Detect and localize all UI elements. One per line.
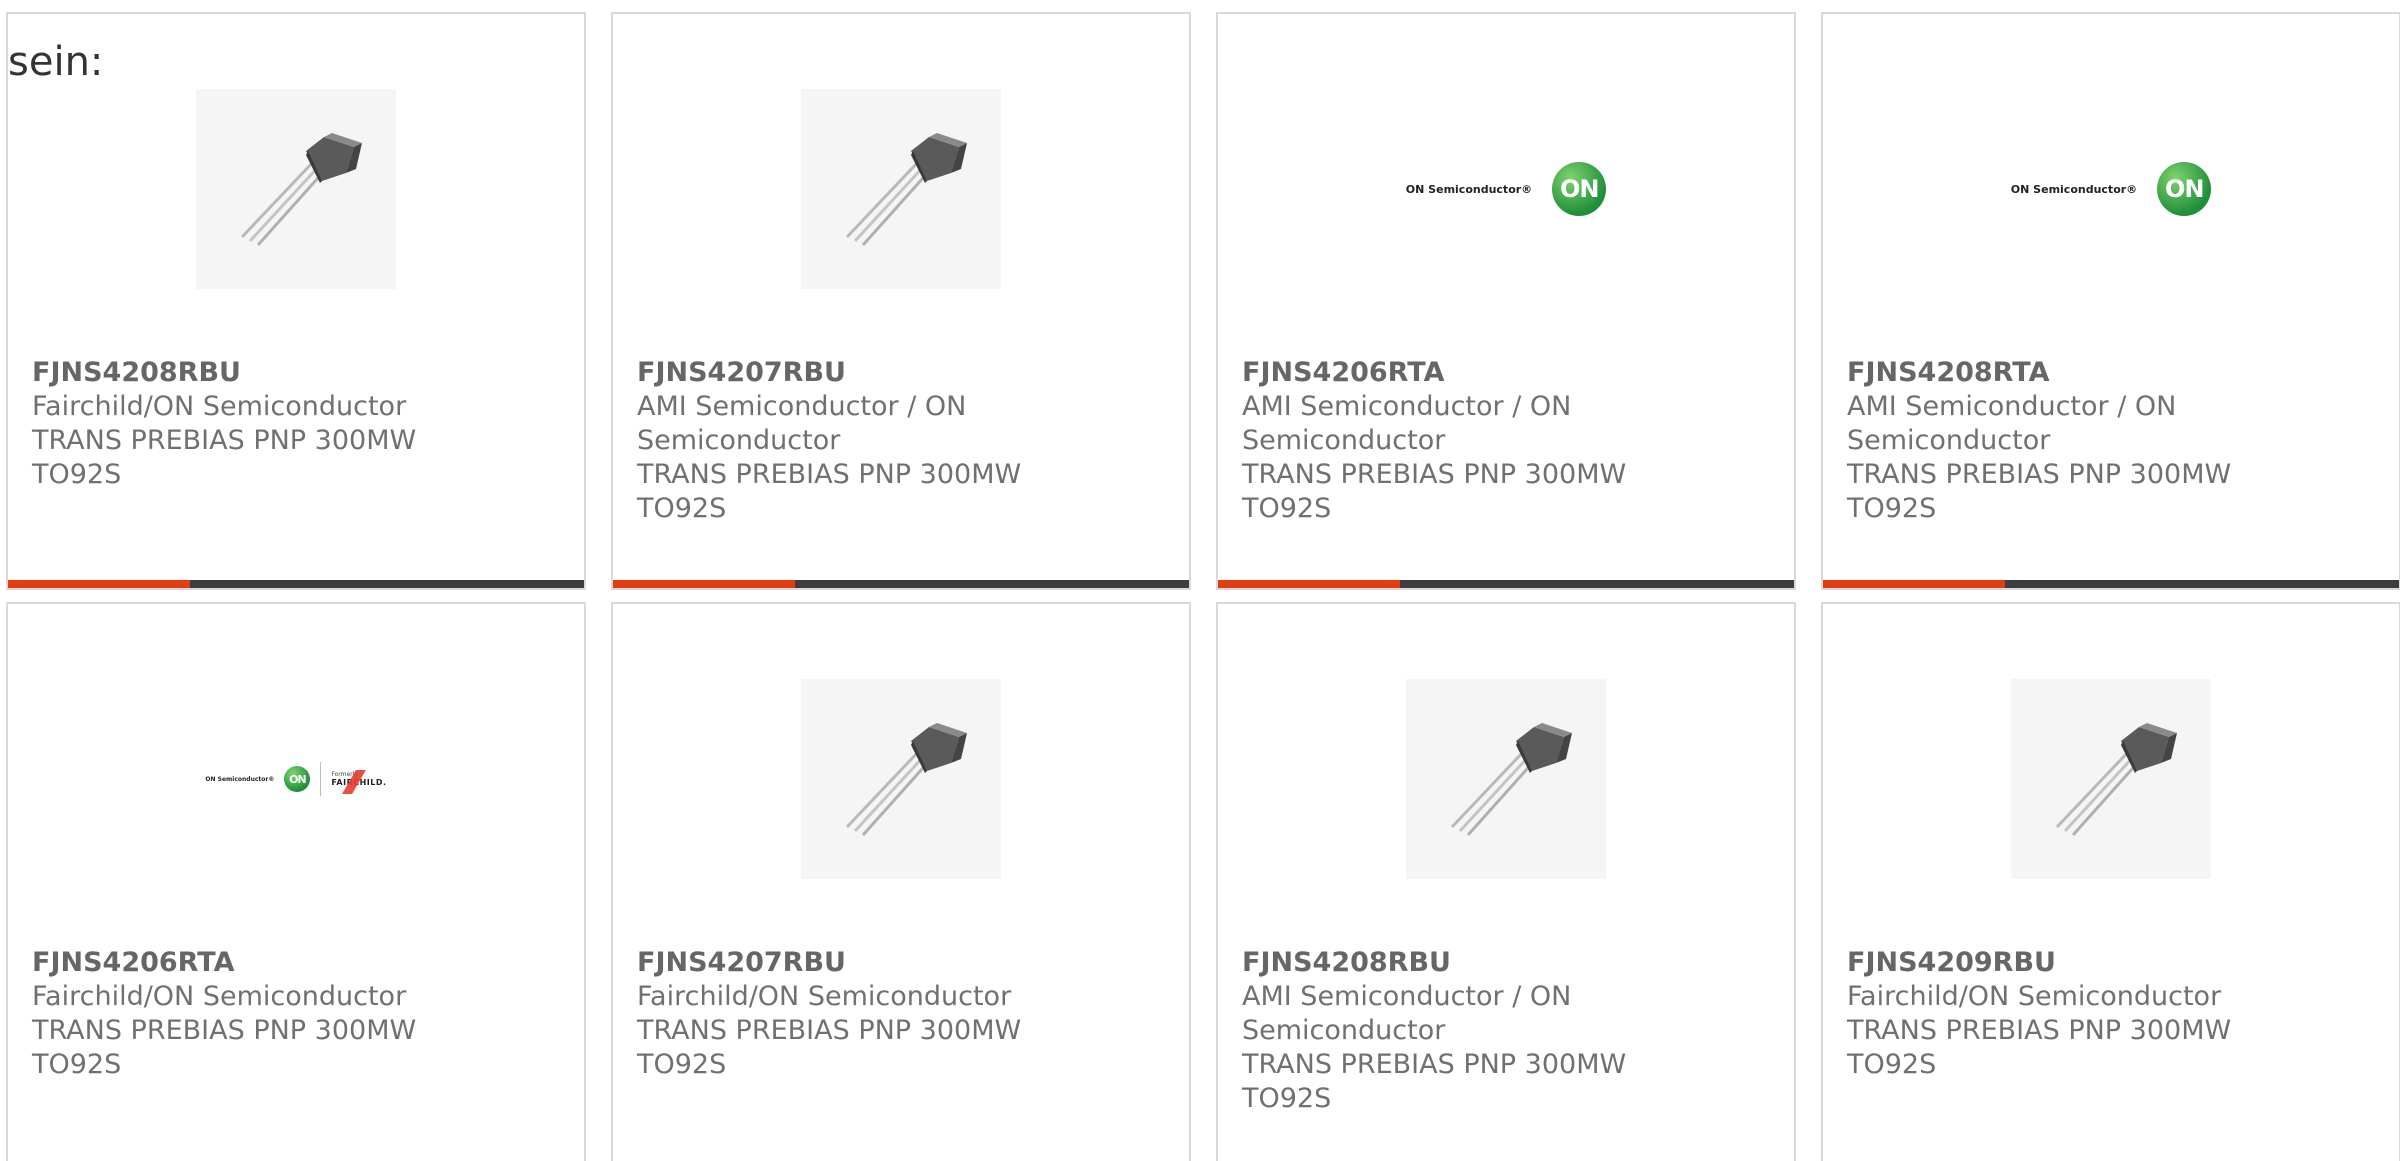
description-text: TRANS PREBIAS PNP 300MW xyxy=(1847,459,2232,490)
manufacturer-text: Semiconductor xyxy=(637,425,841,456)
product-info: FJNS4206RTA Fairchild/ON Semiconductor TRA… xyxy=(32,946,560,1082)
product-image[interactable]: ON Semiconductor® ON Formerly FAIRCHILD. xyxy=(8,672,584,886)
manufacturer-text: Semiconductor xyxy=(1847,425,2051,456)
manufacturer-text: Fairchild/ON Semiconductor xyxy=(32,391,407,422)
on-mark-icon: ON xyxy=(1552,162,1607,216)
description-text: TO92S xyxy=(637,1049,727,1080)
product-image[interactable] xyxy=(613,672,1189,886)
product-image[interactable]: ON Semiconductor® ON xyxy=(1823,82,2399,296)
on-semiconductor-logo: ON Semiconductor® ON xyxy=(1405,162,1607,216)
card-footer-bar xyxy=(1218,580,1794,588)
part-number-link[interactable]: FJNS4208RTA xyxy=(1847,356,2375,390)
intro-text: sein: xyxy=(8,39,104,85)
product-card[interactable]: ON Semiconductor® ON FJNS4206RTA AMI Semico… xyxy=(1216,12,1796,590)
manufacturer-text: Semiconductor xyxy=(1242,425,1446,456)
product-card[interactable]: FJNS4207RBU AMI Semiconductor / ON Semicon… xyxy=(611,12,1191,590)
card-accent-bar xyxy=(1218,580,1400,588)
fairchild-text: FAIRCHILD. xyxy=(331,770,386,794)
product-image[interactable]: ON Semiconductor® ON xyxy=(1218,82,1794,296)
card-footer-bar xyxy=(613,580,1189,588)
product-grid: FJNS4208RBU Fairchild/ON Semiconductor TRA… xyxy=(6,12,2400,1161)
product-image[interactable] xyxy=(1823,672,2399,886)
product-info: FJNS4209RBU Fairchild/ON Semiconductor TRA… xyxy=(1847,946,2375,1082)
manufacturer-text: Fairchild/ON Semiconductor xyxy=(1847,981,2222,1012)
product-info: FJNS4207RBU AMI Semiconductor / ON Semicon… xyxy=(637,356,1165,526)
description-text: TO92S xyxy=(637,493,727,524)
transistor-to92s-icon xyxy=(801,89,1001,289)
card-accent-bar xyxy=(8,580,190,588)
description-text: TRANS PREBIAS PNP 300MW xyxy=(1242,459,1627,490)
transistor-to92s-icon xyxy=(1406,679,1606,879)
transistor-to92s-icon xyxy=(2011,679,2211,879)
part-number-link[interactable]: FJNS4206RTA xyxy=(32,946,560,980)
transistor-to92s-icon xyxy=(801,679,1001,879)
part-number-link[interactable]: FJNS4206RTA xyxy=(1242,356,1770,390)
product-card[interactable]: FJNS4208RBU Fairchild/ON Semiconductor TRA… xyxy=(6,12,586,590)
fairchild-logo: Formerly FAIRCHILD. xyxy=(331,770,386,794)
product-card[interactable]: FJNS4209RBU Fairchild/ON Semiconductor TRA… xyxy=(1821,602,2400,1161)
transistor-to92s-icon xyxy=(196,89,396,289)
part-number-link[interactable]: FJNS4207RBU xyxy=(637,356,1165,390)
description-text: TRANS PREBIAS PNP 300MW xyxy=(32,1015,417,1046)
description-text: TRANS PREBIAS PNP 300MW xyxy=(637,1015,1022,1046)
on-fairchild-logo: ON Semiconductor® ON Formerly FAIRCHILD. xyxy=(205,762,386,796)
logo-text: ON Semiconductor® xyxy=(1405,182,1533,196)
part-number-link[interactable]: FJNS4208RBU xyxy=(1242,946,1770,980)
description-text: TO92S xyxy=(1242,1083,1332,1114)
product-card[interactable]: ON Semiconductor® ON Formerly FAIRCHILD. FJN… xyxy=(6,602,586,1161)
description-text: TRANS PREBIAS PNP 300MW xyxy=(1242,1049,1627,1080)
on-semiconductor-logo: ON Semiconductor® ON xyxy=(2010,162,2212,216)
manufacturer-text: AMI Semiconductor / ON xyxy=(1242,981,1572,1012)
on-mark-icon: ON xyxy=(284,766,311,792)
product-image[interactable] xyxy=(1218,672,1794,886)
description-text: TO92S xyxy=(32,1049,122,1080)
description-text: TRANS PREBIAS PNP 300MW xyxy=(1847,1015,2232,1046)
product-image[interactable] xyxy=(613,82,1189,296)
product-info: FJNS4208RTA AMI Semiconductor / ON Semicon… xyxy=(1847,356,2375,526)
product-image[interactable] xyxy=(8,82,584,296)
card-accent-bar xyxy=(613,580,795,588)
description-text: TRANS PREBIAS PNP 300MW xyxy=(637,459,1022,490)
description-text: TO92S xyxy=(32,459,122,490)
description-text: TO92S xyxy=(1242,493,1332,524)
product-grid-page: sein: FJNS4208RBU Fairchild/ON Semiconduc… xyxy=(0,0,2400,1161)
manufacturer-text: AMI Semiconductor / ON xyxy=(1242,391,1572,422)
product-card[interactable]: FJNS4208RBU AMI Semiconductor / ON Semicon… xyxy=(1216,602,1796,1161)
product-info: FJNS4207RBU Fairchild/ON Semiconductor TRA… xyxy=(637,946,1165,1082)
part-number-link[interactable]: FJNS4207RBU xyxy=(637,946,1165,980)
description-text: TO92S xyxy=(1847,493,1937,524)
description-text: TO92S xyxy=(1847,1049,1937,1080)
manufacturer-text: AMI Semiconductor / ON xyxy=(1847,391,2177,422)
product-info: FJNS4208RBU Fairchild/ON Semiconductor TRA… xyxy=(32,356,560,492)
part-number-link[interactable]: FJNS4209RBU xyxy=(1847,946,2375,980)
manufacturer-text: Semiconductor xyxy=(1242,1015,1446,1046)
product-info: FJNS4208RBU AMI Semiconductor / ON Semicon… xyxy=(1242,946,1770,1116)
manufacturer-text: Fairchild/ON Semiconductor xyxy=(637,981,1012,1012)
product-info: FJNS4206RTA AMI Semiconductor / ON Semicon… xyxy=(1242,356,1770,526)
description-text: TRANS PREBIAS PNP 300MW xyxy=(32,425,417,456)
product-card[interactable]: FJNS4207RBU Fairchild/ON Semiconductor TRA… xyxy=(611,602,1191,1161)
manufacturer-text: Fairchild/ON Semiconductor xyxy=(32,981,407,1012)
card-accent-bar xyxy=(1823,580,2005,588)
logo-divider xyxy=(320,762,322,796)
part-number-link[interactable]: FJNS4208RBU xyxy=(32,356,560,390)
card-footer-bar xyxy=(1823,580,2399,588)
manufacturer-text: AMI Semiconductor / ON xyxy=(637,391,967,422)
card-footer-bar xyxy=(8,580,584,588)
logo-text: ON Semiconductor® xyxy=(2010,182,2138,196)
on-mark-icon: ON xyxy=(2157,162,2212,216)
product-card[interactable]: ON Semiconductor® ON FJNS4208RTA AMI Semico… xyxy=(1821,12,2400,590)
logo-text: ON Semiconductor® xyxy=(205,775,275,783)
